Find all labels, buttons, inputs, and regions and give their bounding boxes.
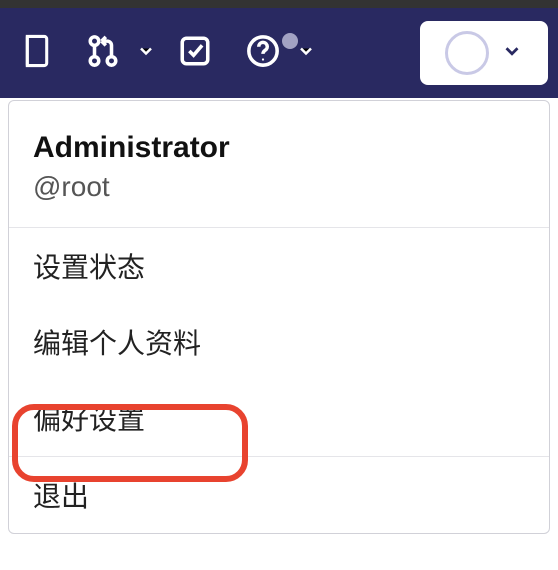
issues-button[interactable] [10, 25, 64, 81]
menu-item-sign-out[interactable]: 退出 [9, 457, 549, 533]
merge-request-icon [86, 34, 120, 73]
user-menu-toggle[interactable] [420, 21, 548, 85]
browser-chrome-strip [0, 0, 558, 8]
help-icon [246, 34, 280, 73]
todo-icon [178, 34, 212, 73]
chevron-down-icon[interactable] [296, 41, 316, 66]
dropdown-header: Administrator @root [9, 113, 549, 228]
menu-item-preferences[interactable]: 偏好设置 [9, 380, 549, 456]
todos-button[interactable] [166, 25, 224, 81]
merge-requests-button[interactable] [74, 25, 132, 81]
notification-dot [282, 33, 298, 49]
menu-item-set-status[interactable]: 设置状态 [9, 228, 549, 304]
user-dropdown: Administrator @root 设置状态 编辑个人资料 偏好设置 退出 [8, 100, 550, 534]
help-button[interactable] [234, 25, 292, 81]
menu-item-edit-profile[interactable]: 编辑个人资料 [9, 304, 549, 380]
issues-icon [22, 34, 52, 73]
user-handle: @root [33, 171, 525, 203]
user-display-name: Administrator [33, 131, 525, 165]
chevron-down-icon[interactable] [136, 41, 156, 66]
chevron-down-icon [501, 40, 523, 67]
top-navbar [0, 8, 558, 98]
avatar [445, 31, 489, 75]
